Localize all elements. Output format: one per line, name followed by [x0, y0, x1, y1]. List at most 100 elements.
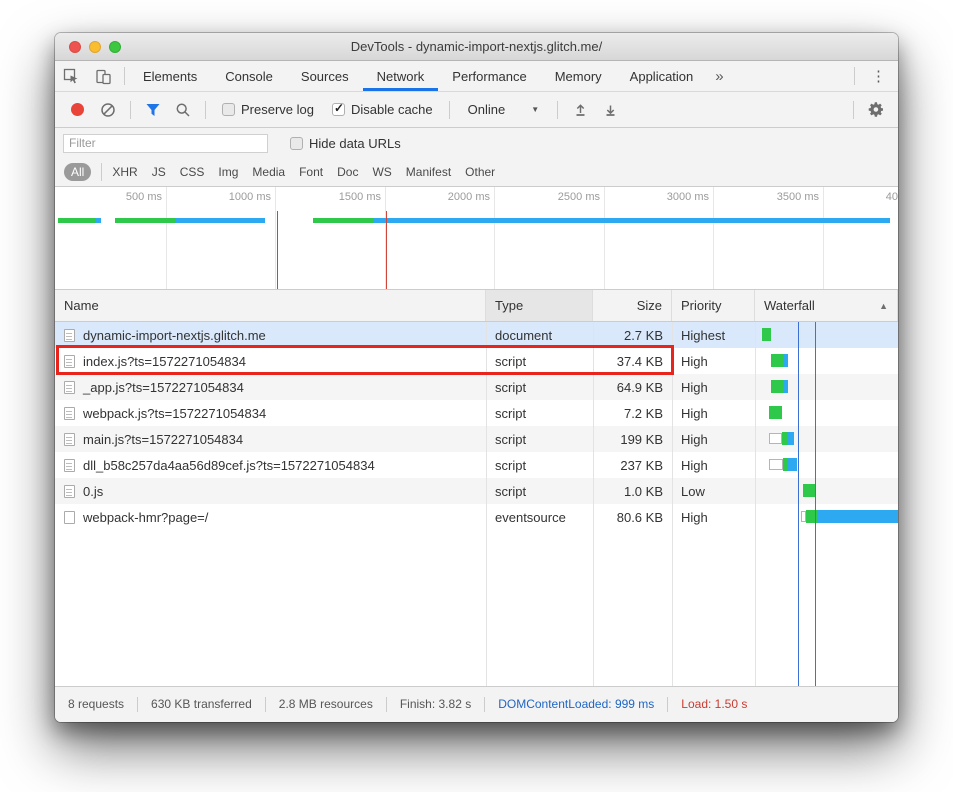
divider	[449, 101, 450, 119]
column-divider[interactable]	[593, 322, 594, 686]
tab-application[interactable]: Application	[616, 61, 708, 91]
script-icon	[64, 381, 75, 394]
script-icon	[64, 433, 75, 446]
timeline-tick-label: 4000 ms	[872, 191, 898, 204]
table-header: Name Type Size Priority Waterfall ▲	[55, 290, 898, 322]
network-overview-timeline[interactable]: 500 ms1000 ms1500 ms2000 ms2500 ms3000 m…	[55, 187, 898, 290]
column-header-name[interactable]: Name	[55, 290, 486, 321]
filter-icon[interactable]	[141, 98, 165, 122]
table-row[interactable]: webpack.js?ts=1572271054834 script 7.2 K…	[55, 400, 898, 426]
overview-bar	[115, 218, 175, 223]
preserve-log-checkbox[interactable]: Preserve log	[222, 102, 314, 117]
finish-time: Finish: 3.82 s	[387, 697, 485, 712]
devtools-menu-icon[interactable]: ⋮	[859, 61, 898, 91]
filter-bar: Hide data URLs	[55, 128, 898, 158]
minimize-button[interactable]	[89, 41, 101, 53]
tab-console[interactable]: Console	[211, 61, 287, 91]
document-icon	[64, 329, 75, 342]
hide-data-urls-checkbox[interactable]: Hide data URLs	[290, 136, 401, 151]
waterfall-bar	[788, 458, 797, 471]
divider	[853, 101, 854, 119]
waterfall-bar	[783, 354, 788, 367]
type-filter-img[interactable]: Img	[218, 165, 238, 179]
waterfall-cell	[755, 504, 898, 530]
type-filter-other[interactable]: Other	[465, 165, 495, 179]
divider	[557, 101, 558, 119]
tab-network[interactable]: Network	[363, 61, 439, 91]
throttling-dropdown[interactable]: Online ▼	[460, 102, 548, 117]
waterfall-bar	[771, 354, 783, 367]
timeline-tick-label: 3000 ms	[653, 191, 709, 204]
waterfall-bar	[787, 432, 794, 445]
load-line	[386, 211, 387, 289]
waterfall-bar	[817, 510, 898, 523]
table-row[interactable]: _app.js?ts=1572271054834 script 64.9 KB …	[55, 374, 898, 400]
type-filter-all[interactable]: All	[64, 163, 91, 181]
timeline-tick-label: 2500 ms	[544, 191, 600, 204]
tab-sources[interactable]: Sources	[287, 61, 363, 91]
column-divider[interactable]	[755, 322, 756, 686]
type-filter-js[interactable]: JS	[152, 165, 166, 179]
eventsource-icon	[64, 511, 75, 524]
requests-table: Name Type Size Priority Waterfall ▲ dyna…	[55, 290, 898, 686]
divider	[124, 67, 125, 85]
column-divider[interactable]	[486, 322, 487, 686]
close-button[interactable]	[69, 41, 81, 53]
waterfall-bar	[803, 484, 815, 497]
divider	[101, 163, 102, 181]
checkbox-unchecked-icon	[222, 103, 235, 116]
waterfall-bar	[769, 459, 783, 470]
clear-icon[interactable]	[96, 98, 120, 122]
script-icon	[64, 459, 75, 472]
column-header-size[interactable]: Size	[593, 290, 672, 321]
export-har-icon[interactable]	[598, 98, 622, 122]
type-filter-doc[interactable]: Doc	[337, 165, 358, 179]
column-header-priority[interactable]: Priority	[672, 290, 755, 321]
tab-memory[interactable]: Memory	[541, 61, 616, 91]
resources-size: 2.8 MB resources	[266, 697, 387, 712]
table-row[interactable]: main.js?ts=1572271054834 script 199 KB H…	[55, 426, 898, 452]
script-icon	[64, 485, 75, 498]
type-filter-css[interactable]: CSS	[180, 165, 205, 179]
timeline-gridline	[713, 187, 714, 289]
domcontentloaded-time: DOMContentLoaded: 999 ms	[485, 697, 668, 712]
type-filter-ws[interactable]: WS	[372, 165, 391, 179]
column-divider[interactable]	[672, 322, 673, 686]
settings-gear-icon[interactable]	[864, 98, 888, 122]
devtools-window: DevTools - dynamic-import-nextjs.glitch.…	[55, 33, 898, 722]
disable-cache-checkbox[interactable]: Disable cache	[332, 102, 433, 117]
timeline-tick-label: 500 ms	[106, 191, 162, 204]
table-row[interactable]: webpack-hmr?page=/ eventsource 80.6 KB H…	[55, 504, 898, 530]
tab-elements[interactable]: Elements	[129, 61, 211, 91]
column-header-type[interactable]: Type	[486, 290, 593, 321]
device-toolbar-icon[interactable]	[87, 61, 120, 91]
tab-performance[interactable]: Performance	[438, 61, 540, 91]
table-row[interactable]: dll_b58c257da4aa56d89cef.js?ts=157227105…	[55, 452, 898, 478]
divider	[130, 101, 131, 119]
search-icon[interactable]	[171, 98, 195, 122]
highlight-annotation-box	[56, 345, 674, 375]
waterfall-cell	[755, 452, 898, 478]
column-header-waterfall[interactable]: Waterfall ▲	[755, 290, 898, 321]
script-icon	[64, 407, 75, 420]
load-line	[815, 322, 816, 686]
type-filter-media[interactable]: Media	[252, 165, 285, 179]
type-filter-font[interactable]: Font	[299, 165, 323, 179]
record-button[interactable]	[71, 103, 84, 116]
timeline-tick-label: 1500 ms	[325, 191, 381, 204]
more-tabs-icon[interactable]: »	[707, 61, 731, 91]
waterfall-bar	[769, 406, 782, 419]
overview-bar	[374, 218, 890, 223]
maximize-button[interactable]	[109, 41, 121, 53]
overview-bar	[58, 218, 96, 223]
type-filter-xhr[interactable]: XHR	[112, 165, 137, 179]
inspect-element-icon[interactable]	[55, 61, 87, 91]
timeline-tick-label: 2000 ms	[434, 191, 490, 204]
transferred-size: 630 KB transferred	[138, 697, 266, 712]
timeline-tick-label: 3500 ms	[763, 191, 819, 204]
type-filter-manifest[interactable]: Manifest	[406, 165, 451, 179]
import-har-icon[interactable]	[568, 98, 592, 122]
timeline-gridline	[604, 187, 605, 289]
filter-input[interactable]	[63, 134, 268, 153]
table-row[interactable]: 0.js script 1.0 KB Low	[55, 478, 898, 504]
